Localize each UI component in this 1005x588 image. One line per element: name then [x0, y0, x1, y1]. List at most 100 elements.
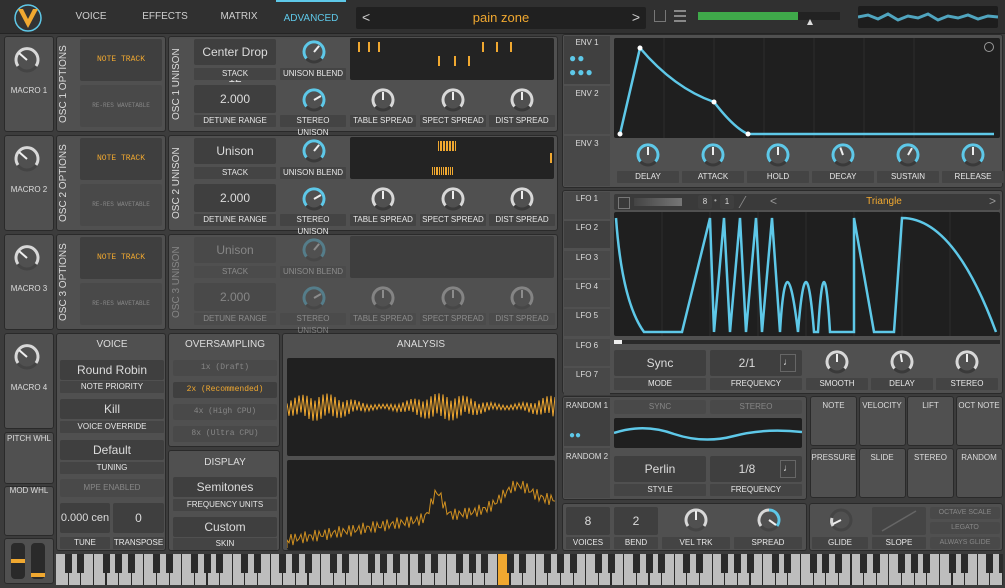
random-graph[interactable] [613, 418, 803, 448]
black-key[interactable] [746, 554, 754, 573]
mod-source-oct-note[interactable]: OCT NOTE [955, 396, 1003, 446]
mod-source-velocity[interactable]: VELOCITY [858, 396, 906, 446]
lfo-line-icon[interactable] [738, 196, 759, 208]
black-key[interactable] [418, 554, 426, 573]
lfo-shape-name[interactable]: Triangle [784, 196, 984, 207]
tab-effects[interactable]: EFFECTS [135, 0, 195, 34]
mod-source-note[interactable]: NOTE [810, 396, 857, 446]
mod-source-stereo[interactable]: STEREO [907, 448, 954, 498]
random-stereo-toggle[interactable]: STEREO [710, 400, 802, 414]
osc-3-reres-toggle[interactable]: RE-RES WAVETABLE [80, 283, 162, 325]
oversampling-1x[interactable]: 1x (Draft) [173, 360, 277, 376]
transpose-value[interactable]: 0 [113, 503, 164, 533]
random-frequency-value[interactable]: 1/8 ♩ [710, 456, 802, 482]
oversampling-2x[interactable]: 2x (Recommended) [173, 382, 277, 398]
mod-source-pressure[interactable]: PRESSURE [810, 448, 857, 498]
black-key[interactable] [279, 554, 287, 573]
osc-3-dist-spread-knob[interactable] [508, 284, 536, 312]
keyboard[interactable] [56, 554, 1003, 585]
lfo-paint-icon[interactable] [618, 197, 630, 209]
env-attack-knob[interactable] [699, 141, 727, 169]
tune-value[interactable]: 0.000 cen [60, 503, 110, 533]
osc-3-stack-select[interactable]: Unison [194, 237, 276, 263]
osc-1-note-track-toggle[interactable]: NOTE TRACK [80, 39, 162, 81]
osc-1-dist-spread-knob[interactable] [508, 86, 536, 114]
black-key[interactable] [392, 554, 400, 573]
black-key[interactable] [380, 554, 388, 573]
osc-1-stack-select[interactable]: Center Drop 12 [194, 39, 276, 85]
black-key[interactable] [784, 554, 792, 573]
osc-2-unison-blend-knob[interactable] [300, 137, 328, 165]
osc-3-unison-blend-knob[interactable] [300, 236, 328, 264]
black-key[interactable] [329, 554, 337, 573]
voices-value[interactable]: 8 [566, 507, 610, 535]
bend-value[interactable]: 2 [614, 507, 658, 535]
black-key[interactable] [910, 554, 918, 573]
tuning-select[interactable]: Default [60, 440, 164, 460]
black-key[interactable] [860, 554, 868, 573]
osc-2-dist-spread-knob[interactable] [508, 185, 536, 213]
lfo-graph[interactable] [614, 212, 1000, 336]
lfo-smooth-slider[interactable] [634, 198, 682, 206]
env-tab-2[interactable]: ENV 2 [564, 86, 610, 134]
black-key[interactable] [342, 554, 350, 573]
menu-icon[interactable] [674, 10, 686, 22]
tab-advanced[interactable]: ADVANCED [276, 0, 346, 34]
octave-scale-toggle[interactable]: OCTAVE SCALE [930, 507, 1000, 519]
spread-knob[interactable] [755, 506, 783, 534]
black-key[interactable] [190, 554, 198, 573]
osc-2-detune-range[interactable]: 2.000 [194, 184, 276, 212]
black-key[interactable] [102, 554, 110, 573]
black-key[interactable] [519, 554, 527, 573]
envelope-graph[interactable] [614, 38, 1000, 138]
osc-3-spect-spread-knob[interactable] [439, 284, 467, 312]
black-key[interactable] [733, 554, 741, 573]
black-key[interactable] [658, 554, 666, 573]
osc-1-stereo-unison-knob[interactable] [300, 86, 328, 114]
black-key[interactable] [367, 554, 375, 573]
mod-source-slide[interactable]: SLIDE [858, 448, 906, 498]
tab-voice[interactable]: VOICE [62, 0, 120, 34]
macro-4-knob[interactable] [12, 342, 42, 372]
black-key[interactable] [430, 554, 438, 573]
black-key[interactable] [127, 554, 135, 573]
osc-1-reres-toggle[interactable]: RE-RES WAVETABLE [80, 85, 162, 127]
lfo-grid-y[interactable]: 1 [720, 195, 734, 209]
lfo-tab-7[interactable]: LFO 7 [564, 367, 610, 395]
black-key[interactable] [594, 554, 602, 573]
volume-meter[interactable] [698, 12, 840, 20]
save-icon[interactable] [654, 10, 666, 22]
osc-3-table-spread-knob[interactable] [369, 284, 397, 312]
black-key[interactable] [115, 554, 123, 573]
lfo-mode-select[interactable]: Sync [614, 350, 706, 376]
preset-next-button[interactable]: > [632, 9, 640, 25]
lfo-shape-next-icon[interactable]: > [989, 194, 996, 208]
osc-1-detune-range[interactable]: 2.000 [194, 85, 276, 113]
black-key[interactable] [544, 554, 552, 573]
macro-3-knob[interactable] [12, 243, 42, 273]
preset-name[interactable]: pain zone [356, 10, 646, 25]
slope-graph[interactable] [872, 507, 926, 535]
black-key[interactable] [822, 554, 830, 573]
black-key[interactable] [898, 554, 905, 573]
black-key[interactable] [607, 554, 615, 573]
black-key[interactable] [77, 554, 85, 573]
black-key[interactable] [291, 554, 299, 573]
black-key[interactable] [809, 554, 817, 573]
black-key[interactable] [645, 554, 653, 573]
always-glide-toggle[interactable]: ALWAYS GLIDE [930, 537, 1000, 549]
lfo-tab-4[interactable]: LFO 4 [564, 279, 610, 307]
lfo-tab-6[interactable]: LFO 6 [564, 338, 610, 366]
black-key[interactable] [456, 554, 464, 573]
mod-wheel[interactable] [31, 543, 45, 579]
volume-slider-handle[interactable] [807, 19, 813, 25]
tab-matrix[interactable]: MATRIX [210, 0, 268, 34]
black-key[interactable] [216, 554, 224, 573]
macro-1-knob[interactable] [12, 45, 42, 75]
osc-2-stack-select[interactable]: Unison [194, 138, 276, 164]
black-key[interactable] [999, 554, 1003, 573]
black-key[interactable] [961, 554, 969, 573]
random-tab-2[interactable]: RANDOM 2 [564, 448, 610, 498]
osc-1-unison-blend-knob[interactable] [300, 38, 328, 66]
vel-track-knob[interactable] [682, 506, 710, 534]
